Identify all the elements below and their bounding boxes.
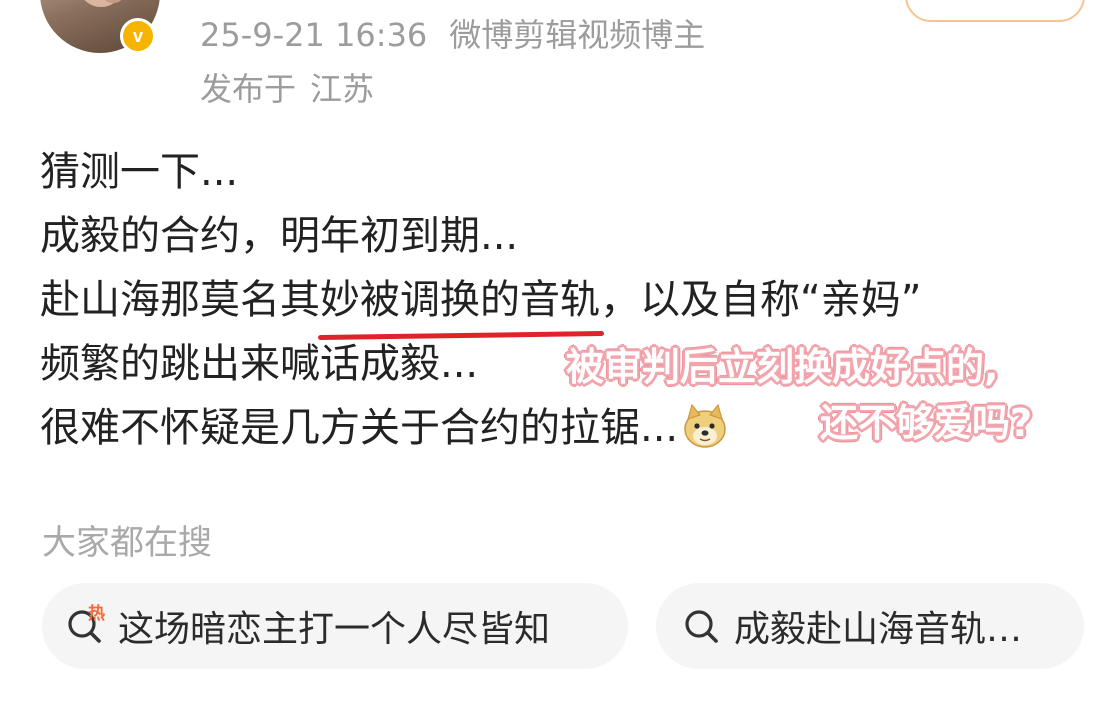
search-section-title: 大家都在搜 <box>42 523 212 563</box>
search-chip-label: 这场暗恋主打一个人尽皆知 <box>118 609 551 650</box>
follow-button[interactable] <box>905 0 1085 22</box>
body-line: 赴山海那莫名其妙被调换的音轨 ，以及自称“亲妈” <box>40 268 1100 340</box>
body-line: 猜测一下... <box>40 149 239 195</box>
body-text-segment: 赴山海那莫名其 <box>40 277 320 323</box>
svg-text:热: 热 <box>88 604 105 624</box>
body-text-segment: ，以及自称“亲妈” <box>600 277 922 323</box>
underlined-phrase: 妙被调换的音轨 <box>317 268 605 340</box>
location-name: 江苏 <box>310 70 375 108</box>
verified-badge-icon: v <box>120 18 156 54</box>
post-source: 微博剪辑视频博主 <box>449 16 706 54</box>
post-meta: 25-9-21 16:36 微博剪辑视频博主 <box>200 10 705 56</box>
weibo-post: v 25-9-21 16:36 微博剪辑视频博主 发布于 江苏 猜测一下... 成毅… <box>0 0 1116 715</box>
search-chip[interactable]: 成毅赴山海音轨… <box>656 583 1084 669</box>
location-prefix: 发布于 <box>200 70 297 108</box>
post-location: 发布于 江苏 <box>200 64 374 110</box>
annotation-text-line-1: 被审判后立刻换成好点的, <box>566 345 999 389</box>
search-chip-hot[interactable]: 热 这场暗恋主打一个人尽皆知 <box>42 583 628 669</box>
hot-search-icon: 热 <box>64 603 108 648</box>
body-line: 成毅的合约，明年初到期... <box>40 213 519 259</box>
underlined-text: 妙被调换的音轨 <box>320 277 600 323</box>
post-timestamp: 25-9-21 16:36 <box>200 16 428 54</box>
body-text-segment: 很难不怀疑是几方关于合约的拉锯... <box>40 405 679 451</box>
search-icon <box>680 604 724 648</box>
annotation-text-line-2: 还不够爱吗? <box>820 401 1033 445</box>
search-chip-label: 成毅赴山海音轨… <box>734 609 1023 650</box>
doge-emoji-icon <box>680 401 730 451</box>
